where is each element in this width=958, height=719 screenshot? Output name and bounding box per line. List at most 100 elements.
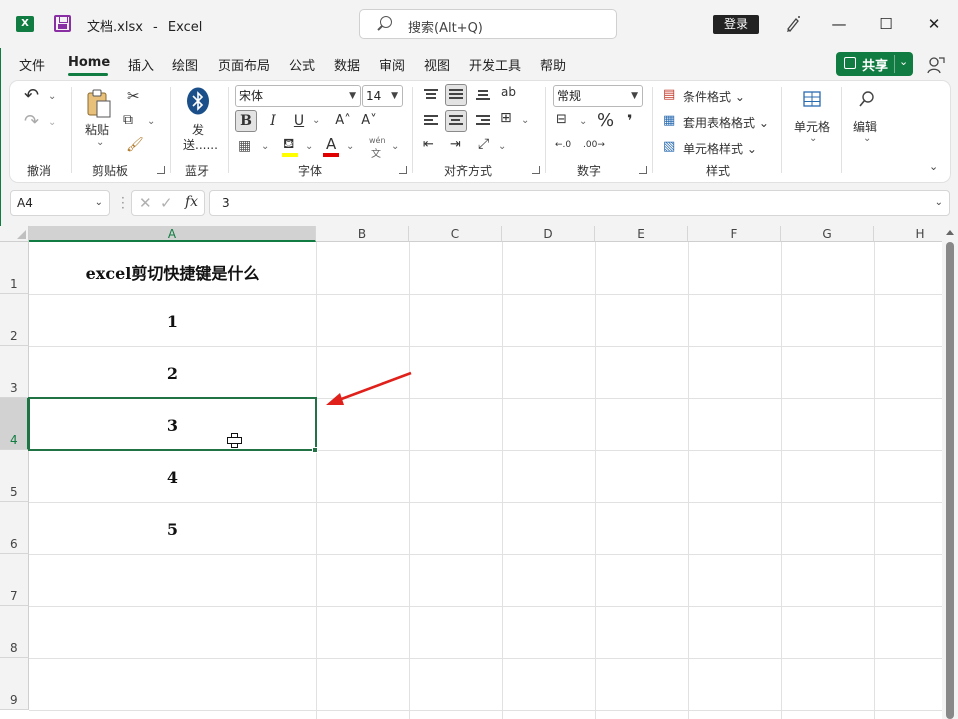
tab-draw[interactable]: 绘图 [172, 55, 198, 74]
row-header-4[interactable]: 4 [0, 398, 29, 450]
phonetic-icon[interactable]: 文 [371, 145, 381, 160]
maximize-button[interactable]: ☐ [874, 12, 898, 36]
tab-page-layout[interactable]: 页面布局 [218, 55, 270, 74]
column-header-g[interactable]: G [781, 226, 874, 242]
scroll-up-icon[interactable] [946, 230, 954, 235]
conditional-format-button[interactable]: 条件格式 ⌄ [683, 88, 745, 105]
row-header-9[interactable]: 9 [0, 658, 29, 710]
borders-dropdown-icon[interactable]: ⌄ [261, 141, 269, 152]
wrap-text-icon[interactable]: ab [501, 85, 516, 99]
decrease-decimal-button[interactable]: .00→ [583, 140, 605, 150]
font-color-dropdown-icon[interactable]: ⌄ [346, 141, 354, 152]
column-header-d[interactable]: D [502, 226, 595, 242]
column-header-e[interactable]: E [595, 226, 688, 242]
expand-formula-bar-icon[interactable]: ⌄ [935, 191, 943, 215]
align-left-icon[interactable] [424, 115, 438, 127]
select-all-button[interactable] [0, 226, 29, 242]
paste-label[interactable]: 粘贴 [85, 121, 109, 138]
phonetic-top[interactable]: wén [369, 136, 386, 145]
decrease-indent-icon[interactable]: ⇤ [423, 137, 434, 152]
format-as-table-icon[interactable]: ▦ [663, 113, 675, 128]
accounting-dropdown-icon[interactable]: ⌄ [579, 116, 587, 127]
italic-button[interactable]: I [262, 110, 284, 132]
copy-icon[interactable]: ⧉ [123, 112, 133, 128]
increase-decimal-button[interactable]: ←.0 [555, 140, 571, 150]
paste-dropdown-icon[interactable]: ⌄ [96, 137, 104, 148]
enter-icon[interactable]: ✓ [160, 194, 173, 212]
increase-indent-icon[interactable]: ⇥ [450, 137, 461, 152]
tab-developer[interactable]: 开发工具 [469, 55, 521, 74]
cell-a1[interactable]: excel剪切快捷键是什么 [29, 260, 316, 284]
cells-dropdown-icon[interactable]: ⌄ [809, 133, 817, 144]
grow-font-button[interactable]: A˄ [332, 110, 354, 132]
font-launcher-icon[interactable] [399, 166, 407, 174]
fill-handle[interactable] [312, 447, 318, 453]
column-header-f[interactable]: F [688, 226, 781, 242]
cell-a2[interactable]: 1 [29, 312, 316, 331]
align-center-button[interactable] [445, 110, 467, 132]
cell-a6[interactable]: 5 [29, 520, 316, 539]
designer-pen-icon[interactable] [784, 15, 802, 33]
alignment-launcher-icon[interactable] [532, 166, 540, 174]
number-launcher-icon[interactable] [639, 166, 647, 174]
redo-icon[interactable]: ↷ [24, 111, 39, 132]
share-button[interactable]: 共享 ⌄ [836, 52, 913, 76]
font-size-select[interactable]: 14 ▼ [362, 85, 403, 107]
row-header-5[interactable]: 5 [0, 450, 29, 502]
paste-icon[interactable] [86, 89, 112, 119]
row-header-6[interactable]: 6 [0, 502, 29, 554]
cell-a5[interactable]: 4 [29, 468, 316, 487]
conditional-format-icon[interactable]: ▤ [663, 87, 675, 102]
comments-icon[interactable] [926, 55, 946, 75]
fill-color-dropdown-icon[interactable]: ⌄ [305, 141, 313, 152]
align-top-icon[interactable] [424, 89, 438, 101]
tab-home[interactable]: Home [68, 55, 110, 70]
redo-dropdown-icon[interactable]: ⌄ [48, 117, 56, 128]
align-bottom-icon[interactable] [476, 90, 490, 102]
copy-dropdown-icon[interactable]: ⌄ [147, 116, 155, 127]
align-right-icon[interactable] [476, 115, 490, 127]
tab-file[interactable]: 文件 [19, 55, 45, 74]
font-color-icon[interactable]: A [326, 135, 336, 153]
close-button[interactable]: ✕ [922, 12, 946, 36]
row-header-8[interactable]: 8 [0, 606, 29, 658]
column-header-b[interactable]: B [316, 226, 409, 242]
cancel-icon[interactable]: ✕ [139, 194, 152, 212]
undo-icon[interactable]: ↶ [24, 85, 39, 106]
tab-data[interactable]: 数据 [334, 55, 360, 74]
font-name-select[interactable]: 宋体 ▼ [235, 85, 361, 107]
orientation-dropdown-icon[interactable]: ⌄ [498, 141, 506, 152]
row-header-7[interactable]: 7 [0, 554, 29, 606]
row-header-2[interactable]: 2 [0, 294, 29, 346]
column-header-h[interactable]: H [874, 226, 942, 242]
orientation-icon[interactable]: ⤢ [478, 136, 489, 152]
underline-dropdown-icon[interactable]: ⌄ [312, 115, 320, 126]
cut-icon[interactable]: ✂ [127, 87, 140, 105]
row-header-1[interactable]: 1 [0, 242, 29, 294]
tab-insert[interactable]: 插入 [128, 55, 154, 74]
login-button[interactable]: 登录 [713, 15, 759, 34]
column-header-c[interactable]: C [409, 226, 502, 242]
chevron-down-icon[interactable]: ⌄ [899, 55, 908, 68]
cells-icon[interactable] [803, 90, 821, 108]
underline-button[interactable]: U [288, 110, 310, 132]
cell-a3[interactable]: 2 [29, 364, 316, 383]
format-painter-icon[interactable]: 🖌 [126, 137, 144, 153]
name-box[interactable]: A4 ⌄ [10, 190, 110, 216]
cell-styles-icon[interactable]: ▧ [663, 139, 675, 154]
tab-help[interactable]: 帮助 [540, 55, 566, 74]
column-header-a[interactable]: A [29, 226, 316, 242]
tab-view[interactable]: 视图 [424, 55, 450, 74]
tab-review[interactable]: 审阅 [379, 55, 405, 74]
bold-button[interactable]: B [235, 110, 257, 132]
search-icon[interactable] [858, 90, 876, 108]
insert-function-icon[interactable]: fx [185, 194, 198, 210]
scrollbar-thumb[interactable] [946, 242, 954, 719]
merge-center-icon[interactable]: ⊞ [500, 110, 512, 126]
number-format-select[interactable]: 常规 ▼ [553, 85, 643, 107]
accounting-format-icon[interactable]: ⊟ [556, 112, 567, 127]
search-box[interactable]: 搜索(Alt+Q) [359, 9, 617, 39]
undo-dropdown-icon[interactable]: ⌄ [48, 91, 56, 102]
row-header-3[interactable]: 3 [0, 346, 29, 398]
send-label-line2[interactable]: 送...... [183, 136, 218, 153]
